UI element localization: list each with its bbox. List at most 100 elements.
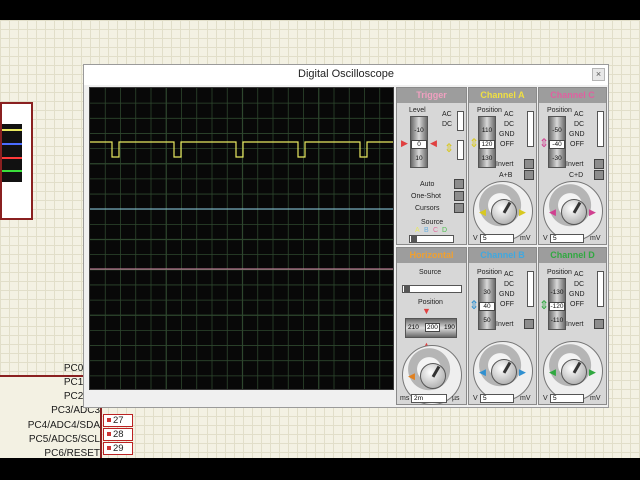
channel-a-position-label: Position bbox=[477, 107, 502, 114]
close-button[interactable]: × bbox=[592, 68, 605, 81]
channel-c-knob-left-icon[interactable]: ◀ bbox=[549, 208, 556, 217]
channel-d-knob-left-icon[interactable]: ◀ bbox=[549, 368, 556, 377]
scope-grid bbox=[90, 88, 393, 389]
channel-d-ac: AC bbox=[574, 271, 584, 278]
channel-a-knob-right-icon[interactable]: ▶ bbox=[519, 208, 526, 217]
channel-c-panel: Channel C Position -50 -40 -30 ⇕ AC DC G… bbox=[538, 87, 607, 245]
channel-b-position-label: Position bbox=[477, 269, 502, 276]
schematic-canvas[interactable]: PC0/AD PC1/AD PC2/AD PC3/ADC3 PC4/ADC4/S… bbox=[0, 20, 640, 480]
trigger-level-arrow-icon[interactable]: ▶ bbox=[401, 139, 408, 148]
channel-d-position-arrow-icon[interactable]: ⇕ bbox=[539, 299, 549, 311]
channel-b-position-spinner[interactable]: 30 40 50 bbox=[478, 278, 496, 330]
trigger-cursors-button[interactable] bbox=[454, 203, 464, 213]
channel-c-math-button[interactable] bbox=[594, 170, 604, 180]
channel-c-gnd: GND bbox=[569, 131, 585, 138]
channel-b-scale-value: 5 bbox=[480, 394, 514, 403]
trigger-edge-switch[interactable] bbox=[457, 140, 464, 160]
trigger-cursors-label: Cursors bbox=[415, 205, 440, 212]
trigger-level-value: 10 bbox=[415, 155, 423, 162]
channel-c-unit-left: V bbox=[543, 235, 548, 242]
channel-a-position-value: 130 bbox=[481, 155, 493, 162]
horizontal-position-down-icon[interactable]: ▼ bbox=[422, 307, 431, 316]
pin-label-pc5: PC5/ADC5/SCL bbox=[28, 434, 100, 445]
trigger-level-spinner[interactable]: -10 0 10 bbox=[410, 116, 428, 168]
channel-b-coupling-switch[interactable] bbox=[527, 271, 534, 307]
channel-d-gnd: GND bbox=[569, 291, 585, 298]
oscilloscope-symbol[interactable] bbox=[0, 102, 33, 220]
channel-a-unit-left: V bbox=[473, 235, 478, 242]
channel-a-math-label: A+B bbox=[499, 172, 513, 179]
channel-c-position-arrow-icon[interactable]: ⇕ bbox=[539, 137, 549, 149]
channel-a-invert-label: Invert bbox=[496, 161, 514, 168]
channel-c-title: Channel C bbox=[539, 88, 606, 103]
horizontal-title: Horizontal bbox=[397, 248, 466, 263]
channel-c-position-spinner[interactable]: -50 -40 -30 bbox=[548, 116, 566, 168]
channel-b-invert-label: Invert bbox=[496, 321, 514, 328]
horizontal-unit-left: ms bbox=[400, 395, 410, 402]
trigger-edge-icon[interactable]: ⇕ bbox=[444, 142, 454, 154]
scope-screen[interactable] bbox=[89, 87, 394, 390]
channel-d-position-value: -110 bbox=[550, 317, 564, 324]
symbol-trace-d bbox=[2, 170, 22, 176]
channel-a-invert-button[interactable] bbox=[524, 159, 534, 169]
channel-d-invert-button[interactable] bbox=[594, 319, 604, 329]
horizontal-knob-left-icon[interactable]: ◀ bbox=[408, 372, 415, 381]
trigger-ac-label: AC bbox=[442, 111, 452, 118]
channel-d-coupling-switch[interactable] bbox=[597, 271, 604, 307]
horizontal-source-slider[interactable] bbox=[402, 285, 462, 293]
trigger-oneshot-label: One-Shot bbox=[411, 193, 441, 200]
channel-b-position-value: 50 bbox=[483, 317, 491, 324]
channel-b-knob-left-icon[interactable]: ◀ bbox=[479, 368, 486, 377]
pin-label-pc4: PC4/ADC4/SDA bbox=[27, 420, 100, 431]
channel-d-unit-right: mV bbox=[590, 395, 601, 402]
channel-a-ac: AC bbox=[504, 111, 514, 118]
pin-number-28[interactable]: 28 bbox=[103, 428, 133, 441]
pin-number-29[interactable]: 29 bbox=[103, 442, 133, 455]
channel-d-unit-left: V bbox=[543, 395, 548, 402]
channel-a-title: Channel A bbox=[469, 88, 536, 103]
channel-b-invert-button[interactable] bbox=[524, 319, 534, 329]
channel-d-position-value: -120 bbox=[549, 302, 565, 311]
channel-c-dc: DC bbox=[574, 121, 585, 128]
horizontal-position-label: Position bbox=[418, 299, 443, 306]
horizontal-position-spinner[interactable]: 210 200 190 bbox=[405, 318, 457, 338]
horizontal-position-value: 200 bbox=[425, 323, 440, 332]
horizontal-position-value: 190 bbox=[444, 324, 455, 331]
channel-d-position-value: -130 bbox=[550, 289, 564, 296]
channel-c-knob-right-icon[interactable]: ▶ bbox=[589, 208, 596, 217]
channel-a-position-spinner[interactable]: 110 120 130 bbox=[478, 116, 496, 168]
channel-b-knob-right-icon[interactable]: ▶ bbox=[519, 368, 526, 377]
trigger-oneshot-button[interactable] bbox=[454, 191, 464, 201]
channel-b-position-value: 30 bbox=[483, 289, 491, 296]
bottom-strip bbox=[0, 458, 640, 480]
channel-d-panel: Channel D Position -130 -120 -110 ⇕ AC D… bbox=[538, 247, 607, 405]
trigger-source-c: C bbox=[433, 227, 439, 234]
pin-number-27[interactable]: 27 bbox=[103, 414, 133, 427]
channel-a-coupling-switch[interactable] bbox=[527, 111, 534, 147]
channel-c-coupling-switch[interactable] bbox=[597, 111, 604, 147]
trigger-source-a: A bbox=[415, 227, 420, 234]
trigger-source-slider[interactable] bbox=[409, 235, 454, 243]
horizontal-source-label: Source bbox=[419, 269, 442, 276]
trigger-coupling-switch[interactable] bbox=[457, 111, 464, 131]
channel-c-invert-button[interactable] bbox=[594, 159, 604, 169]
channel-b-dc: DC bbox=[504, 281, 515, 288]
channel-b-position-value: 40 bbox=[479, 302, 495, 311]
simulator-workspace: PC0/AD PC1/AD PC2/AD PC3/ADC3 PC4/ADC4/S… bbox=[0, 0, 640, 480]
channel-a-panel: Channel A Position 110 120 130 ⇕ AC DC G… bbox=[468, 87, 537, 245]
channel-b-position-arrow-icon[interactable]: ⇕ bbox=[469, 299, 479, 311]
channel-d-knob-right-icon[interactable]: ▶ bbox=[589, 368, 596, 377]
trigger-auto-button[interactable] bbox=[454, 179, 464, 189]
symbol-trace-b bbox=[2, 143, 22, 149]
channel-a-math-button[interactable] bbox=[524, 170, 534, 180]
channel-d-position-spinner[interactable]: -130 -120 -110 bbox=[548, 278, 566, 330]
channel-a-position-value: 110 bbox=[481, 127, 493, 134]
channel-a-knob-left-icon[interactable]: ◀ bbox=[479, 208, 486, 217]
window-title-bar[interactable]: Digital Oscilloscope × bbox=[84, 65, 608, 85]
channel-c-position-value: -30 bbox=[552, 155, 562, 162]
channel-a-dc: DC bbox=[504, 121, 515, 128]
trigger-level-arrow-icon[interactable]: ◀ bbox=[430, 139, 437, 148]
channel-c-ac: AC bbox=[574, 111, 584, 118]
channel-d-scale-value: 5 bbox=[550, 394, 584, 403]
channel-a-position-arrow-icon[interactable]: ⇕ bbox=[469, 137, 479, 149]
